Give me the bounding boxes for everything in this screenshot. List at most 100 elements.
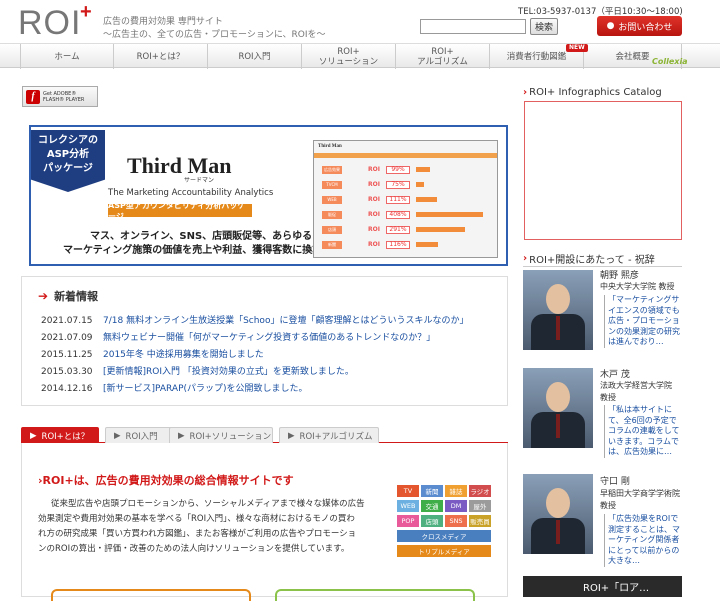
media-tag: WEB [397, 500, 419, 512]
screen-row-roi: ROI [368, 166, 380, 173]
nav-algorithm[interactable]: ROI+ アルゴリズム [396, 44, 490, 69]
news-item[interactable]: 2021.07.15 7/18 無料オンライン生放送授業「Schoo」に登壇「顧客… [41, 313, 468, 326]
news-item[interactable]: 2014.12.16 [新サービス]PARAP(パラップ)を公開致しました。 [41, 381, 308, 394]
person-photo[interactable] [523, 474, 593, 554]
global-nav: ホーム ROI+とは？ ROI入門 ROI+ ソリューション ROI+ アルゴリズム… [0, 43, 720, 69]
catalog-heading: › ROI+ Infographics Catalog [523, 87, 662, 98]
screen-row: 新聞 ROI 116% [322, 240, 439, 249]
media-tag: 交通 [421, 500, 443, 512]
screen-row: 店頭 ROI 291% [322, 225, 465, 234]
card-stub-right [275, 589, 475, 601]
arrow-right-icon: ▶ [178, 430, 185, 441]
media-tag: 販売員 [469, 515, 491, 527]
person-role: 早稲田大学商学学術院 [600, 489, 680, 498]
news-item[interactable]: 2015.11.25 2015年冬 中途採用募集を開始しました [41, 347, 264, 360]
media-tag: 雑誌 [445, 485, 467, 497]
person-quote[interactable]: 「マーケティングサイエンスの領域でも広告・プロモーションの効果測定の研究は進んで… [604, 295, 680, 348]
arrow-right-icon: › [523, 253, 528, 264]
person-role: 中央大学大学院 教授 [600, 282, 675, 291]
nav-about[interactable]: ROI+とは？ [114, 44, 208, 69]
screen-row-roi: ROI [368, 181, 380, 188]
screen-row-roi: ROI [368, 241, 380, 248]
tab-algorithm[interactable]: ▶ ROI+アルゴリズム [279, 427, 379, 443]
banner-copy-line2: マーケティング施策の価値を売上や利益、獲得客数に換算。 [63, 245, 333, 256]
site-tagline: 広告の費用対効果 専門サイト [103, 17, 223, 27]
person-photo[interactable] [523, 270, 593, 350]
screen-logo: Third Man [318, 144, 342, 149]
banner-asp-label: ASP型アカウンタビリティ分析パッケージ [108, 201, 252, 221]
person-role: 教授 [600, 501, 616, 510]
screen-row-roi: ROI [368, 211, 380, 218]
screen-row: 広告効果 ROI 99% [322, 165, 430, 174]
media-tag: クロスメディア [397, 530, 491, 542]
screen-row: 販促 ROI 408% [322, 210, 483, 219]
news-heading: ➔ 新着情報 [38, 289, 99, 303]
nav-roi-intro[interactable]: ROI入門 [208, 44, 302, 69]
site-logo[interactable]: ROI [18, 4, 81, 43]
person-name: 朝野 熙彦 [600, 271, 639, 281]
media-tag: 店頭 [421, 515, 443, 527]
banner-screenshot: Third Man 広告効果 ROI 99% TVCM ROI 75% WEB ROI 111%… [313, 140, 498, 258]
contact-button[interactable]: ● お問い合わせ [597, 16, 682, 36]
roa-banner[interactable]: ROI+「ロア… [523, 576, 682, 597]
arrow-right-icon: ▶ [288, 430, 295, 441]
news-item[interactable]: 2015.03.30 [更新情報]ROI入門 「投資対効果の立式」を更新致しました… [41, 364, 354, 377]
intro-text-line: 効果測定や費用対効果の基本を学べる「ROI入門」、様々な商材におけるモノの買わ [38, 514, 355, 524]
tab-about[interactable]: ▶ ROI+とは？ [21, 427, 99, 443]
screen-row-value: 408% [386, 210, 410, 219]
screen-row-bar [416, 212, 483, 217]
screen-row-tag: WEB [322, 195, 342, 204]
screen-row-tag: TVCM [322, 180, 342, 189]
arrow-right-icon: ▶ [114, 430, 121, 441]
screen-row: WEB ROI 111% [322, 195, 437, 204]
flash-icon: f [26, 89, 40, 104]
media-tag: POP [397, 515, 419, 527]
nav-solution[interactable]: ROI+ ソリューション [302, 44, 396, 69]
screen-row-tag: 新聞 [322, 240, 342, 249]
screen-row-tag: 販促 [322, 210, 342, 219]
arrow-right-icon: ▶ [30, 430, 37, 441]
search-input[interactable] [420, 19, 526, 34]
banner-badge: コレクシアの ASP分析 パッケージ [31, 130, 105, 192]
screen-row-tag: 広告効果 [322, 165, 342, 174]
tab-solution[interactable]: ▶ ROI+ソリューション [169, 427, 273, 443]
contact-button-label: お問い合わせ [618, 22, 673, 33]
intro-text-line: 従来型広告や店頭プロモーションから、ソーシャルメディアまで様々な媒体の広告 [51, 499, 365, 509]
logo-plus-mark: + [80, 1, 92, 23]
screen-row-bar [416, 197, 437, 202]
screen-row-tag: 店頭 [322, 225, 342, 234]
content-tabs: ▶ ROI+とは？ ▶ ROI入門 ▶ ROI+ソリューション ▶ ROI+アルゴリズム [21, 427, 508, 443]
person-quote[interactable]: 「広告効果をROIで測定することは、マーケティング関係者にとって以前からの大きな… [604, 514, 680, 567]
screen-row-value: 75% [386, 180, 410, 189]
media-tag: 屋外 [469, 500, 491, 512]
media-tag: 新聞 [421, 485, 443, 497]
screen-row-value: 116% [386, 240, 410, 249]
screen-row-value: 291% [386, 225, 410, 234]
screen-row-value: 111% [386, 195, 410, 204]
greetings-heading: › ROI+開設にあたって - 祝辞 [523, 253, 655, 266]
intro-text-line: れ方の研究成果「買い方買われ方図鑑」、またお客様がご利用の広告やプロモーショ [38, 529, 357, 539]
catalog-widget[interactable] [524, 101, 682, 240]
person-photo[interactable] [523, 368, 593, 448]
media-tag: DM [445, 500, 467, 512]
nav-home[interactable]: ホーム [20, 44, 114, 69]
screen-row-roi: ROI [368, 196, 380, 203]
screen-row-value: 99% [386, 165, 410, 174]
flash-line2: FLASH® PLAYER [43, 96, 85, 103]
person-role: 法政大学経営大学院 [600, 381, 672, 390]
intro-heading: ›ROI+は、広告の費用対効果の総合情報サイトです [38, 474, 294, 487]
media-tag: SNS [445, 515, 467, 527]
media-tag: ラジオ [469, 485, 491, 497]
person-role: 教授 [600, 393, 616, 402]
mail-icon: ● [606, 21, 615, 31]
screen-row: TVCM ROI 75% [322, 180, 425, 189]
intro-text-line: ンのROIの算出・評価・改善のための法人向けソリューションを提供しています。 [38, 544, 350, 554]
person-name: 木戸 茂 [600, 370, 630, 380]
search-button[interactable]: 検索 [530, 18, 558, 35]
news-item[interactable]: 2021.07.09 無料ウェビナー開催「何がマーケティング投資する価値のあるトレ… [41, 330, 435, 343]
arrow-right-icon: ➔ [38, 289, 49, 303]
person-quote[interactable]: 「私は本サイトにて、全6回の予定でコラムの連載をしていきます。コラムでは、広告効… [604, 405, 680, 458]
flash-player-badge[interactable]: f Get ADOBE® FLASH® PLAYER [22, 86, 98, 107]
screen-row-bar [416, 227, 465, 232]
screen-row-roi: ROI [368, 226, 380, 233]
